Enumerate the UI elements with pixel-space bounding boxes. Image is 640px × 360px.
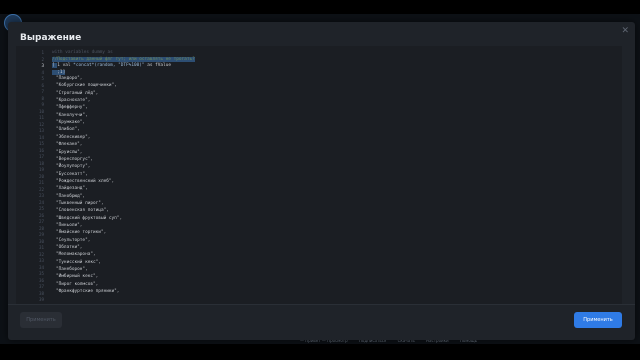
code-line: "Хайдезанд", (56, 186, 88, 192)
line-number: 3 (41, 63, 44, 68)
line-number: 22 (38, 186, 44, 192)
code-line: "Канолуччи", (56, 112, 88, 118)
code-line: "Сеульторте", (56, 237, 91, 243)
code-line: "Меломакарона", (56, 252, 96, 258)
apply-button[interactable]: Применить (574, 312, 622, 328)
line-number: 16 (38, 147, 44, 153)
code-line: "Эблескивер", (56, 134, 91, 140)
code-line: "Олибол", (56, 127, 80, 133)
line-number: 34 (38, 264, 44, 270)
code-editor[interactable]: 1 2 3 4 5 6 7 8 9 10 11 12 13 14 15 16 17 18 19 20 21 22 23 24 2… (16, 46, 622, 304)
line-number: 39 (38, 297, 44, 302)
line-number: 13 (38, 128, 44, 133)
line-number: 11 (38, 115, 44, 120)
apply-button-disabled[interactable]: Применить (20, 312, 62, 328)
line-number: 24 (38, 199, 44, 205)
code-line: "Словенская потица", (56, 208, 109, 214)
line-number: 20 (38, 173, 44, 179)
code-line: "Пирог колмсов", (56, 281, 99, 287)
line-number: 7 (41, 89, 44, 94)
line-number: 15 (38, 141, 44, 146)
line-number: 23 (38, 193, 44, 198)
code-line: "Вереспоргус", (56, 156, 94, 162)
code-line: "Крумкаке", (56, 120, 86, 126)
line-number: 27 (38, 219, 44, 224)
code-line: "Кобургские пощечинки", (56, 83, 117, 89)
line-number: 36 (38, 277, 44, 283)
line-number: 35 (38, 271, 44, 276)
code-line: "Тунисский кекс", (56, 259, 101, 265)
code-line: [ 1 val *concat*(random, "DTF%100)" as f… (52, 63, 171, 68)
code-line: "Тыквенный пирог", (56, 200, 104, 206)
code-line: "Ямайские тортики", (56, 230, 107, 236)
code-line: "Флекаке", (56, 142, 83, 148)
footer-divider (8, 304, 635, 305)
line-number: 17 (38, 154, 44, 159)
line-number: 33 (38, 258, 44, 263)
line-number: 38 (38, 290, 44, 296)
code-line: "Шведский фруктовый суп", (56, 215, 123, 221)
code-line: "Рождественский хлеб", (56, 178, 115, 184)
code-line: //Подставить данный флг тут; или оставля… (52, 56, 195, 62)
code-line: "Йоулупорту", (56, 164, 91, 170)
line-number: 18 (38, 160, 44, 166)
line-number: 31 (38, 245, 44, 250)
code-line: "Бруислы", (56, 149, 83, 155)
line-number: 12 (38, 121, 44, 127)
code-line: "Краснохате", (56, 98, 91, 104)
line-number: 29 (38, 232, 44, 237)
line-number: 1 (41, 50, 44, 55)
line-number: 32 (38, 251, 44, 257)
line-number: 26 (38, 212, 44, 218)
dialog-title: Выражение (20, 33, 82, 43)
code-line: "Франкфуртские пряники", (56, 289, 120, 295)
code-line: "Пиньоли", (56, 223, 83, 228)
code-line: "Панеборон", (56, 267, 88, 273)
line-number: 19 (38, 167, 44, 172)
expression-dialog: Выражение ✕ 1 2 3 4 5 6 7 8 9 10 11 12 13 14 15 16 17 18 1… (8, 22, 635, 340)
code-line: "Панобрюд", (56, 193, 86, 199)
line-number: 5 (41, 76, 44, 81)
code-line: "Пфефферну", (56, 105, 88, 111)
line-number: 9 (41, 102, 44, 107)
code-line: "Строганый лёд", (56, 90, 99, 96)
line-number: 30 (38, 238, 44, 244)
code-line: "Имбирный кекс", (56, 274, 99, 280)
line-number: 21 (38, 180, 44, 185)
code-line: "Буссекатт", (56, 171, 88, 177)
line-number-gutter: 1 2 3 4 5 6 7 8 9 10 11 12 13 14 15 16 17 18 19 20 21 22 23 24 2… (16, 46, 48, 304)
code-line: with variables dummy as (52, 50, 113, 55)
code-line: "Облатки", (56, 245, 83, 251)
code-line: "Пандоро", (56, 76, 83, 81)
line-number: 28 (38, 225, 44, 231)
line-number: 6 (41, 82, 44, 88)
code-line: ;1] (52, 69, 66, 75)
line-number: 10 (38, 108, 44, 114)
close-icon[interactable]: ✕ (621, 26, 629, 36)
line-number: 8 (41, 95, 44, 101)
line-number: 37 (38, 284, 44, 289)
line-number: 14 (38, 134, 44, 140)
line-number: 25 (38, 206, 44, 211)
line-number: 4 (41, 69, 44, 75)
line-number: 2 (41, 56, 44, 62)
